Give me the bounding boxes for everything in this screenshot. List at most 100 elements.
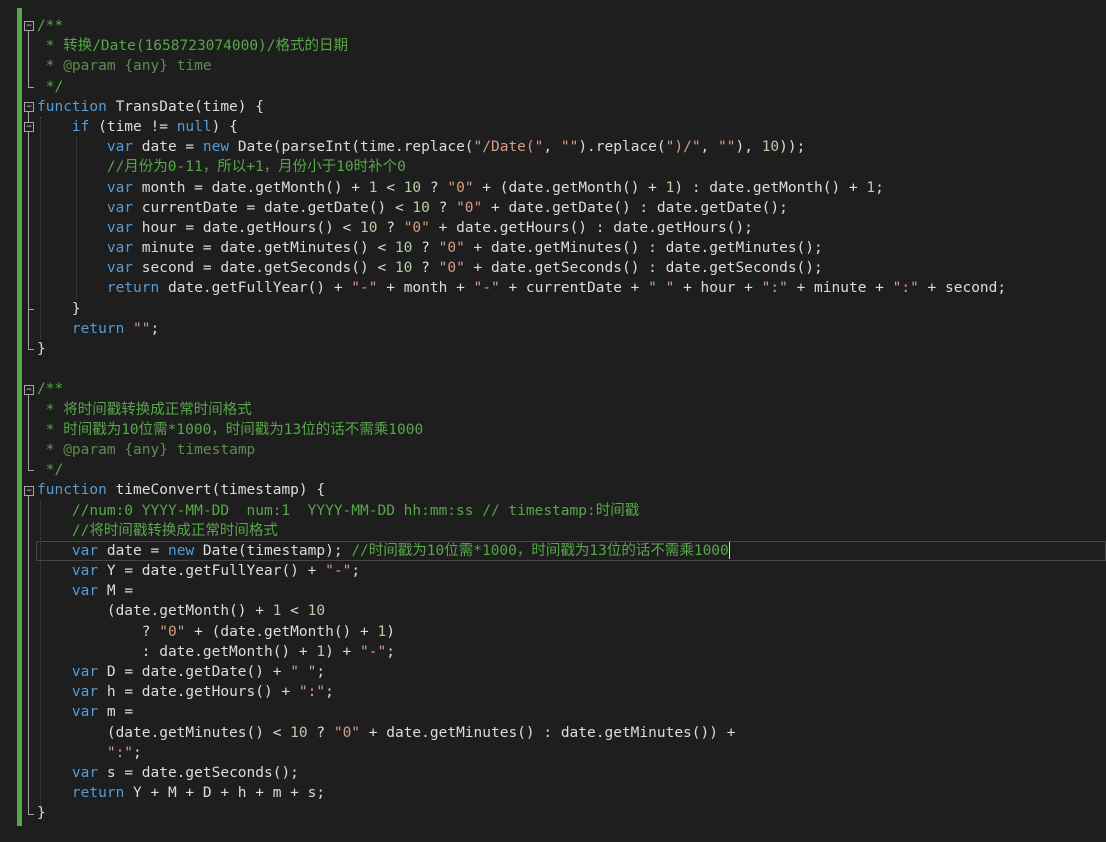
code-line[interactable]: var M =	[37, 581, 1006, 601]
code-line[interactable]: * 将时间戳转换成正常时间格式	[37, 400, 1006, 420]
code-line[interactable]: var h = date.getHours() + ":";	[37, 682, 1006, 702]
code-token: second = date.getSeconds() <	[133, 260, 395, 277]
code-line[interactable]: var D = date.getDate() + " ";	[37, 662, 1006, 682]
code-line[interactable]: var Y = date.getFullYear() + "-";	[37, 561, 1006, 581]
code-token: //将时间戳转换成正常时间格式	[71, 522, 278, 539]
outline-line	[28, 111, 29, 350]
code-token: + date.getHours() : date.getHours();	[429, 219, 753, 236]
code-token: minute = date.getMinutes() <	[133, 240, 395, 257]
code-line[interactable]: var date = new Date(timestamp); //时间戳为10…	[37, 541, 1006, 561]
text-caret	[728, 542, 730, 560]
code-line[interactable]: ? "0" + (date.getMonth() + 1)	[37, 622, 1006, 642]
code-line[interactable]: //num:0 YYYY-MM-DD num:1 YYYY-MM-DD hh:m…	[37, 501, 1006, 521]
code-token: ?	[37, 623, 160, 640]
code-token: 10	[394, 240, 413, 257]
code-line[interactable]: var second = date.getSeconds() < 10 ? "0…	[37, 258, 1006, 278]
code-token: <	[377, 179, 404, 196]
code-token: var	[71, 583, 99, 600]
code-line[interactable]: ":";	[37, 743, 1006, 763]
code-line[interactable]: * @param {any} time	[37, 56, 1006, 76]
code-line[interactable]: //月份为0-11，所以+1，月份小于10时补个0	[37, 157, 1006, 177]
code-line[interactable]: function timeConvert(timestamp) {	[37, 480, 1006, 500]
code-line[interactable]: return Y + M + D + h + m + s;	[37, 783, 1006, 803]
code-token: 10	[412, 199, 430, 216]
code-token: "0"	[403, 219, 430, 236]
code-token: ;	[875, 179, 884, 196]
code-line[interactable]: var date = new Date(parseInt(time.replac…	[37, 137, 1006, 157]
code-token: return	[71, 785, 125, 802]
code-line[interactable]: */	[37, 77, 1006, 97]
code-line[interactable]: return "";	[37, 319, 1006, 339]
code-token: ;	[386, 643, 395, 660]
code-line[interactable]: var minute = date.getMinutes() < 10 ? "0…	[37, 238, 1006, 258]
code-line[interactable]: * 转换/Date(1658723074000)/格式的日期	[37, 36, 1006, 56]
outline-end	[28, 86, 34, 88]
collapse-toggle-icon[interactable]: −	[24, 485, 34, 496]
collapse-toggle-icon[interactable]: −	[24, 101, 34, 112]
change-tracking-bar	[17, 8, 22, 826]
code-line[interactable]: * @param {any} timestamp	[37, 440, 1006, 460]
code-token: ":"	[298, 684, 326, 701]
code-token: hour = date.getHours() <	[133, 219, 361, 236]
code-line[interactable]: var month = date.getMonth() + 1 < 10 ? "…	[37, 178, 1006, 198]
code-token: timestamp	[176, 441, 256, 458]
code-token: * 将时间戳转换成正常时间格式	[37, 401, 252, 418]
collapse-toggle-icon[interactable]: −	[24, 21, 34, 31]
code-token: ;	[316, 664, 326, 680]
code-token: )	[386, 623, 395, 640]
code-line[interactable]: var hour = date.getHours() < 10 ? "0" + …	[37, 218, 1006, 238]
code-line[interactable]: function TransDate(time) {	[37, 97, 1006, 117]
code-token: s = date.getSeconds();	[98, 764, 299, 781]
code-lines[interactable]: /** * 转换/Date(1658723074000)/格式的日期 * @pa…	[37, 16, 1006, 824]
code-token: ).replace(	[578, 139, 666, 156]
code-line[interactable]: if (time != null) {	[37, 117, 1006, 137]
code-token: + date.getMinutes() : date.getMinutes())…	[360, 724, 736, 741]
code-line[interactable]: /**	[37, 16, 1006, 36]
code-line[interactable]	[37, 359, 1006, 379]
code-token: var	[71, 542, 99, 559]
code-token: ;	[150, 320, 160, 337]
code-line[interactable]: var s = date.getSeconds();	[37, 763, 1006, 783]
code-token: function	[37, 482, 107, 499]
outline-end	[28, 813, 34, 815]
code-token: ,	[700, 139, 719, 156]
code-line[interactable]: }	[37, 299, 1006, 319]
code-token: ) +	[325, 643, 361, 660]
code-token: date =	[98, 542, 168, 559]
code-token: h = date.getHours() +	[98, 684, 299, 701]
code-token: var	[71, 664, 99, 680]
code-line[interactable]: }	[37, 803, 1006, 823]
code-line[interactable]: (date.getMinutes() < 10 ? "0" + date.get…	[37, 723, 1006, 743]
code-line[interactable]: return date.getFullYear() + "-" + month …	[37, 278, 1006, 298]
code-token: ;	[351, 563, 361, 580]
code-line[interactable]: * 时间戳为10位需*1000，时间戳为13位的话不需乘1000	[37, 420, 1006, 440]
collapse-toggle-icon[interactable]: −	[24, 122, 34, 132]
code-token: " "	[648, 280, 675, 297]
code-line[interactable]: //将时间戳转换成正常时间格式	[37, 521, 1006, 541]
outline-gutter: − − − − −	[24, 8, 36, 826]
code-token: //时间戳为10位需*1000，时间戳为13位的话不需乘1000	[351, 542, 729, 559]
code-token: * 转换/Date(1658723074000)/格式的日期	[37, 38, 349, 55]
code-line[interactable]: */	[37, 460, 1006, 480]
code-line[interactable]: var m =	[37, 702, 1006, 722]
collapse-toggle-icon[interactable]: −	[24, 384, 34, 395]
code-token: <	[281, 603, 308, 620]
code-token: ;	[325, 684, 334, 701]
code-token: TransDate(time) {	[106, 98, 264, 115]
code-editor[interactable]: − − − − − /** * 转换/Date(1658723074000)/格式的日期…	[0, 0, 1106, 842]
code-token: month = date.getMonth() +	[133, 179, 369, 196]
code-token: var	[71, 563, 99, 580]
code-line[interactable]: /**	[37, 379, 1006, 399]
code-line[interactable]: }	[37, 339, 1006, 359]
outline-end	[28, 349, 34, 351]
code-line[interactable]: var currentDate = date.getDate() < 10 ? …	[37, 198, 1006, 218]
code-line[interactable]: (date.getMonth() + 1 < 10	[37, 601, 1006, 621]
code-token: */	[37, 78, 64, 95]
code-line[interactable]: : date.getMonth() + 1) + "-";	[37, 642, 1006, 662]
